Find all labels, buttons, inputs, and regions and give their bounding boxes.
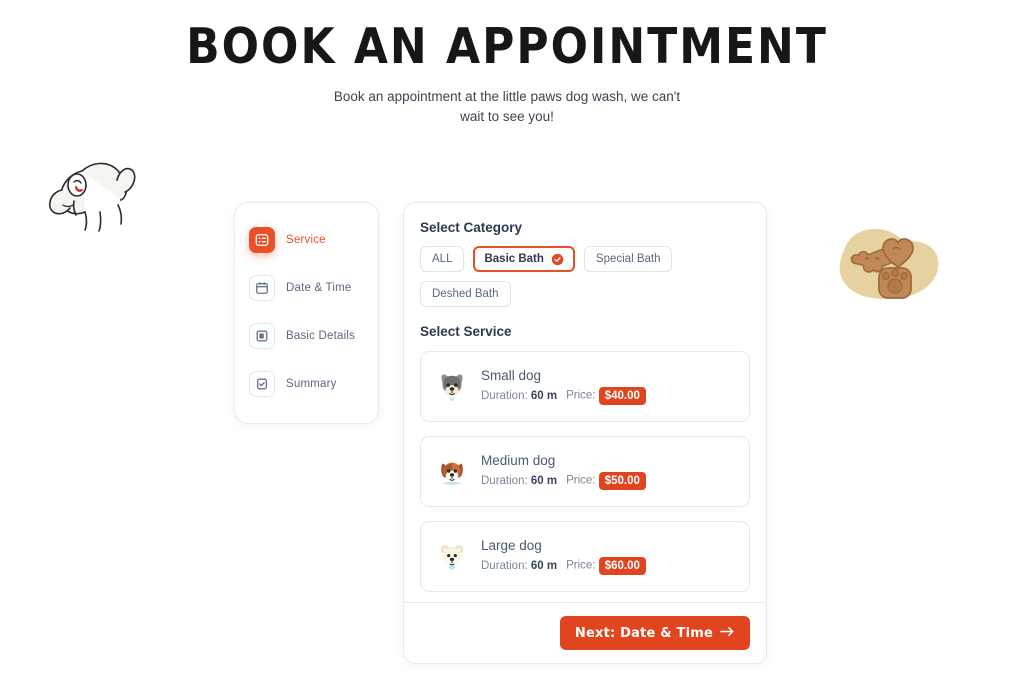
- panel-footer: Next: Date & Time: [404, 602, 766, 663]
- next-button-label: Next: Date & Time: [574, 625, 713, 641]
- price-label: Price:: [566, 474, 596, 487]
- service-info: Large dog Duration: 60 m Price: $60.00: [481, 538, 646, 575]
- duration-value: 60 m: [530, 389, 558, 402]
- sidebar-item-label: Service: [286, 234, 326, 246]
- booking-container: Service Date & Time Basic Details Summar…: [234, 202, 767, 664]
- category-chip-special-bath[interactable]: Special Bath: [583, 246, 673, 272]
- fluffy-white-dog-face-icon: [435, 540, 469, 574]
- sidebar-item-date-time[interactable]: Date & Time: [249, 269, 364, 307]
- service-card-large-dog[interactable]: Large dog Duration: 60 m Price: $60.00: [420, 521, 750, 592]
- price-badge: $50.00: [598, 472, 646, 490]
- service-info: Medium dog Duration: 60 m Price: $50.00: [481, 453, 646, 490]
- service-meta: Duration: 60 m Price: $60.00: [481, 557, 646, 575]
- sidebar-item-service[interactable]: Service: [249, 221, 364, 259]
- service-name: Small dog: [481, 368, 542, 384]
- page-subtitle: Book an appointment at the little paws d…: [333, 89, 681, 124]
- price-text: Price: $50.00: [566, 472, 646, 490]
- duration-text: Duration: 60 m: [481, 560, 557, 572]
- dog-treats-illustration: [820, 222, 945, 309]
- clipboard-check-icon: [249, 371, 275, 397]
- check-circle-icon: [551, 253, 564, 266]
- panel-body: Select Category ALL Basic Bath Special B…: [404, 203, 766, 602]
- schnauzer-face-icon: [435, 370, 469, 404]
- service-name: Medium dog: [481, 453, 556, 469]
- price-label: Price:: [566, 389, 596, 402]
- service-meta: Duration: 60 m Price: $50.00: [481, 472, 646, 490]
- sidebar-item-label: Basic Details: [286, 330, 356, 342]
- category-chip-label: Special Bath: [595, 253, 661, 265]
- booking-page: BOOK AN APPOINTMENT Book an appointment …: [0, 0, 1014, 690]
- stepper-sidebar: Service Date & Time Basic Details Summar…: [234, 202, 379, 424]
- duration-label: Duration:: [481, 474, 528, 487]
- service-card-small-dog[interactable]: Small dog Duration: 60 m Price: $40.00: [420, 351, 750, 422]
- price-badge: $60.00: [598, 557, 646, 575]
- sidebar-item-label: Date & Time: [286, 282, 352, 294]
- category-chip-group: ALL Basic Bath Special Bath Deshed Bath: [420, 246, 750, 307]
- list-icon: [249, 227, 275, 253]
- page-header: BOOK AN APPOINTMENT Book an appointment …: [0, 0, 1014, 126]
- price-text: Price: $60.00: [566, 557, 646, 575]
- duration-text: Duration: 60 m: [481, 390, 557, 402]
- booking-panel: Select Category ALL Basic Bath Special B…: [403, 202, 767, 664]
- page-title: BOOK AN APPOINTMENT: [186, 18, 828, 76]
- puppy-illustration: [30, 133, 145, 248]
- sidebar-item-summary[interactable]: Summary: [249, 365, 364, 403]
- sidebar-item-label: Summary: [286, 378, 337, 390]
- duration-label: Duration:: [481, 559, 528, 572]
- next-date-time-button[interactable]: Next: Date & Time: [559, 616, 750, 650]
- duration-value: 60 m: [530, 559, 558, 572]
- category-chip-all[interactable]: ALL: [420, 246, 465, 272]
- price-badge: $40.00: [598, 387, 646, 405]
- service-name: Large dog: [481, 538, 542, 554]
- category-chip-basic-bath[interactable]: Basic Bath: [473, 246, 575, 272]
- duration-text: Duration: 60 m: [481, 475, 557, 487]
- service-card-medium-dog[interactable]: Medium dog Duration: 60 m Price: $50.00: [420, 436, 750, 507]
- category-chip-label: ALL: [432, 253, 453, 265]
- price-text: Price: $40.00: [566, 387, 646, 405]
- note-icon: [249, 323, 275, 349]
- category-chip-label: Basic Bath: [484, 253, 544, 265]
- service-meta: Duration: 60 m Price: $40.00: [481, 387, 646, 405]
- service-info: Small dog Duration: 60 m Price: $40.00: [481, 368, 646, 405]
- beagle-face-icon: [435, 455, 469, 489]
- select-service-title: Select Service: [420, 324, 512, 339]
- service-list: Small dog Duration: 60 m Price: $40.00 M…: [420, 351, 750, 592]
- price-label: Price:: [566, 559, 596, 572]
- duration-value: 60 m: [530, 474, 558, 487]
- calendar-icon: [249, 275, 275, 301]
- duration-label: Duration:: [481, 389, 528, 402]
- select-category-title: Select Category: [420, 220, 523, 235]
- arrow-right-icon: [720, 626, 735, 641]
- category-chip-deshed-bath[interactable]: Deshed Bath: [420, 281, 511, 307]
- category-chip-label: Deshed Bath: [432, 288, 499, 300]
- sidebar-item-basic-details[interactable]: Basic Details: [249, 317, 364, 355]
